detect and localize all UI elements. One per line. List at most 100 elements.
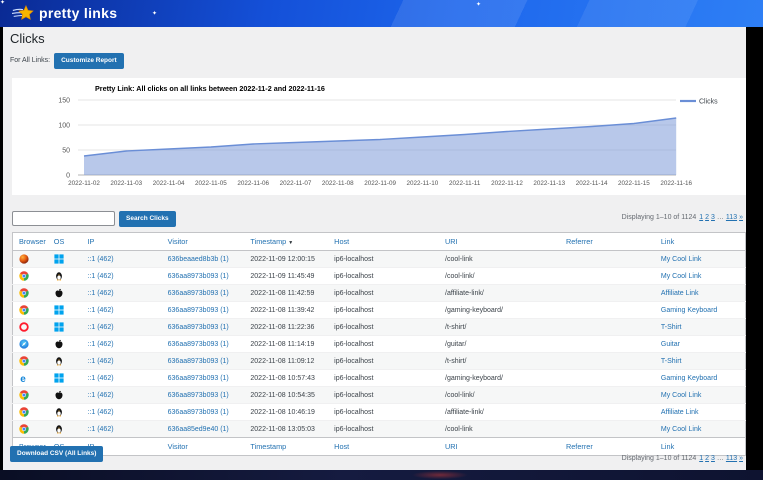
linux-icon: [54, 424, 64, 434]
windows-icon: [54, 254, 64, 264]
browser-cell: [13, 421, 50, 438]
column-header-link[interactable]: Link: [657, 438, 746, 456]
click-row: ::1 (462)636beaaed8b3b (1)2022-11-09 12:…: [13, 251, 746, 268]
page-link-1[interactable]: 1: [699, 455, 703, 462]
uri-cell: /t-shirt/: [441, 353, 562, 370]
svg-text:2022-11-16: 2022-11-16: [660, 180, 692, 187]
visitor-cell[interactable]: 636aa8973b093 (1): [164, 268, 247, 285]
host-cell: ip6-localhost: [330, 370, 441, 387]
column-header-os[interactable]: OS: [50, 233, 84, 251]
next-page-link[interactable]: »: [739, 455, 743, 462]
link-cell[interactable]: My Cool Link: [657, 421, 746, 438]
host-cell: ip6-localhost: [330, 302, 441, 319]
svg-text:2022-11-05: 2022-11-05: [195, 180, 227, 187]
uri-cell: /affiliate-link/: [441, 285, 562, 302]
logo-text: pretty links: [39, 5, 117, 21]
uri-cell: /cool-link/: [441, 268, 562, 285]
link-cell[interactable]: Affiliate Link: [657, 404, 746, 421]
ip-cell[interactable]: ::1 (462): [83, 302, 163, 319]
svg-text:2022-11-10: 2022-11-10: [407, 180, 439, 187]
clicks-table: BrowserOSIPVisitorTimestamp▼HostURIRefer…: [12, 232, 746, 456]
visitor-cell[interactable]: 636aa8973b093 (1): [164, 353, 247, 370]
page-link-3[interactable]: 3: [711, 455, 715, 462]
browser-cell: [13, 336, 50, 353]
browser-cell: e: [13, 370, 50, 387]
column-header-timestamp[interactable]: Timestamp▼: [246, 233, 330, 251]
click-row: ::1 (462)636aa8973b093 (1)2022-11-08 11:…: [13, 353, 746, 370]
link-cell[interactable]: Affiliate Link: [657, 285, 746, 302]
page-link-113[interactable]: 113: [726, 455, 737, 462]
visitor-cell[interactable]: 636aa8973b093 (1): [164, 387, 247, 404]
link-cell[interactable]: My Cool Link: [657, 251, 746, 268]
link-cell[interactable]: My Cool Link: [657, 268, 746, 285]
chrome-icon: [19, 288, 29, 298]
column-header-timestamp[interactable]: Timestamp: [246, 438, 330, 456]
timestamp-cell: 2022-11-09 12:00:15: [246, 251, 330, 268]
next-page-link[interactable]: »: [739, 214, 743, 221]
browser-cell: [13, 251, 50, 268]
uri-cell: /guitar/: [441, 336, 562, 353]
os-cell: [50, 387, 84, 404]
search-clicks-button[interactable]: Search Clicks: [119, 211, 176, 227]
ip-cell[interactable]: ::1 (462): [83, 268, 163, 285]
visitor-cell[interactable]: 636aa85ed9e40 (1): [164, 421, 247, 438]
ip-cell[interactable]: ::1 (462): [83, 319, 163, 336]
browser-cell: [13, 302, 50, 319]
link-cell[interactable]: My Cool Link: [657, 387, 746, 404]
svg-text:2022-11-11: 2022-11-11: [449, 180, 481, 187]
ip-cell[interactable]: ::1 (462): [83, 387, 163, 404]
page-link-2[interactable]: 2: [705, 455, 709, 462]
ip-cell[interactable]: ::1 (462): [83, 404, 163, 421]
search-input[interactable]: [12, 211, 115, 226]
customize-report-button[interactable]: Customize Report: [54, 53, 124, 69]
os-cell: [50, 268, 84, 285]
visitor-cell[interactable]: 636aa8973b093 (1): [164, 302, 247, 319]
page-title: Clicks: [10, 31, 45, 46]
os-cell: [50, 285, 84, 302]
column-header-host[interactable]: Host: [330, 438, 441, 456]
timestamp-cell: 2022-11-08 11:14:19: [246, 336, 330, 353]
ip-cell[interactable]: ::1 (462): [83, 421, 163, 438]
visitor-cell[interactable]: 636beaaed8b3b (1): [164, 251, 247, 268]
uri-cell: /gaming-keyboard/: [441, 370, 562, 387]
column-header-referrer[interactable]: Referrer: [562, 233, 657, 251]
visitor-cell[interactable]: 636aa8973b093 (1): [164, 285, 247, 302]
ip-cell[interactable]: ::1 (462): [83, 370, 163, 387]
visitor-cell[interactable]: 636aa8973b093 (1): [164, 319, 247, 336]
svg-text:2022-11-02: 2022-11-02: [68, 180, 100, 187]
link-cell[interactable]: T-Shirt: [657, 353, 746, 370]
column-header-uri[interactable]: URI: [441, 438, 562, 456]
ip-cell[interactable]: ::1 (462): [83, 353, 163, 370]
link-cell[interactable]: Guitar: [657, 336, 746, 353]
column-header-visitor[interactable]: Visitor: [164, 233, 247, 251]
column-header-uri[interactable]: URI: [441, 233, 562, 251]
host-cell: ip6-localhost: [330, 285, 441, 302]
page-link-1[interactable]: 1: [699, 214, 703, 221]
os-cell: [50, 353, 84, 370]
column-header-browser[interactable]: Browser: [13, 233, 50, 251]
column-header-referrer[interactable]: Referrer: [562, 438, 657, 456]
visitor-cell[interactable]: 636aa8973b093 (1): [164, 404, 247, 421]
visitor-cell[interactable]: 636aa8973b093 (1): [164, 370, 247, 387]
ip-cell[interactable]: ::1 (462): [83, 285, 163, 302]
page-link-113[interactable]: 113: [726, 214, 737, 221]
link-cell[interactable]: T-Shirt: [657, 319, 746, 336]
referrer-cell: [562, 285, 657, 302]
column-header-host[interactable]: Host: [330, 233, 441, 251]
screen: pretty links ✦ ✦ ✦ Clicks For All Links:…: [0, 0, 763, 480]
svg-text:2022-11-06: 2022-11-06: [237, 180, 269, 187]
column-header-visitor[interactable]: Visitor: [164, 438, 247, 456]
page-link-2[interactable]: 2: [705, 214, 709, 221]
referrer-cell: [562, 302, 657, 319]
link-cell[interactable]: Gaming Keyboard: [657, 302, 746, 319]
for-all-links-label: For All Links:: [10, 57, 50, 64]
page-link-3[interactable]: 3: [711, 214, 715, 221]
link-cell[interactable]: Gaming Keyboard: [657, 370, 746, 387]
ip-cell[interactable]: ::1 (462): [83, 251, 163, 268]
ip-cell[interactable]: ::1 (462): [83, 336, 163, 353]
clicks-area-chart: 0501001502022-11-022022-11-032022-11-042…: [12, 94, 746, 194]
column-header-link[interactable]: Link: [657, 233, 746, 251]
visitor-cell[interactable]: 636aa8973b093 (1): [164, 336, 247, 353]
download-csv-button[interactable]: Download CSV (All Links): [10, 446, 103, 462]
column-header-ip[interactable]: IP: [83, 233, 163, 251]
